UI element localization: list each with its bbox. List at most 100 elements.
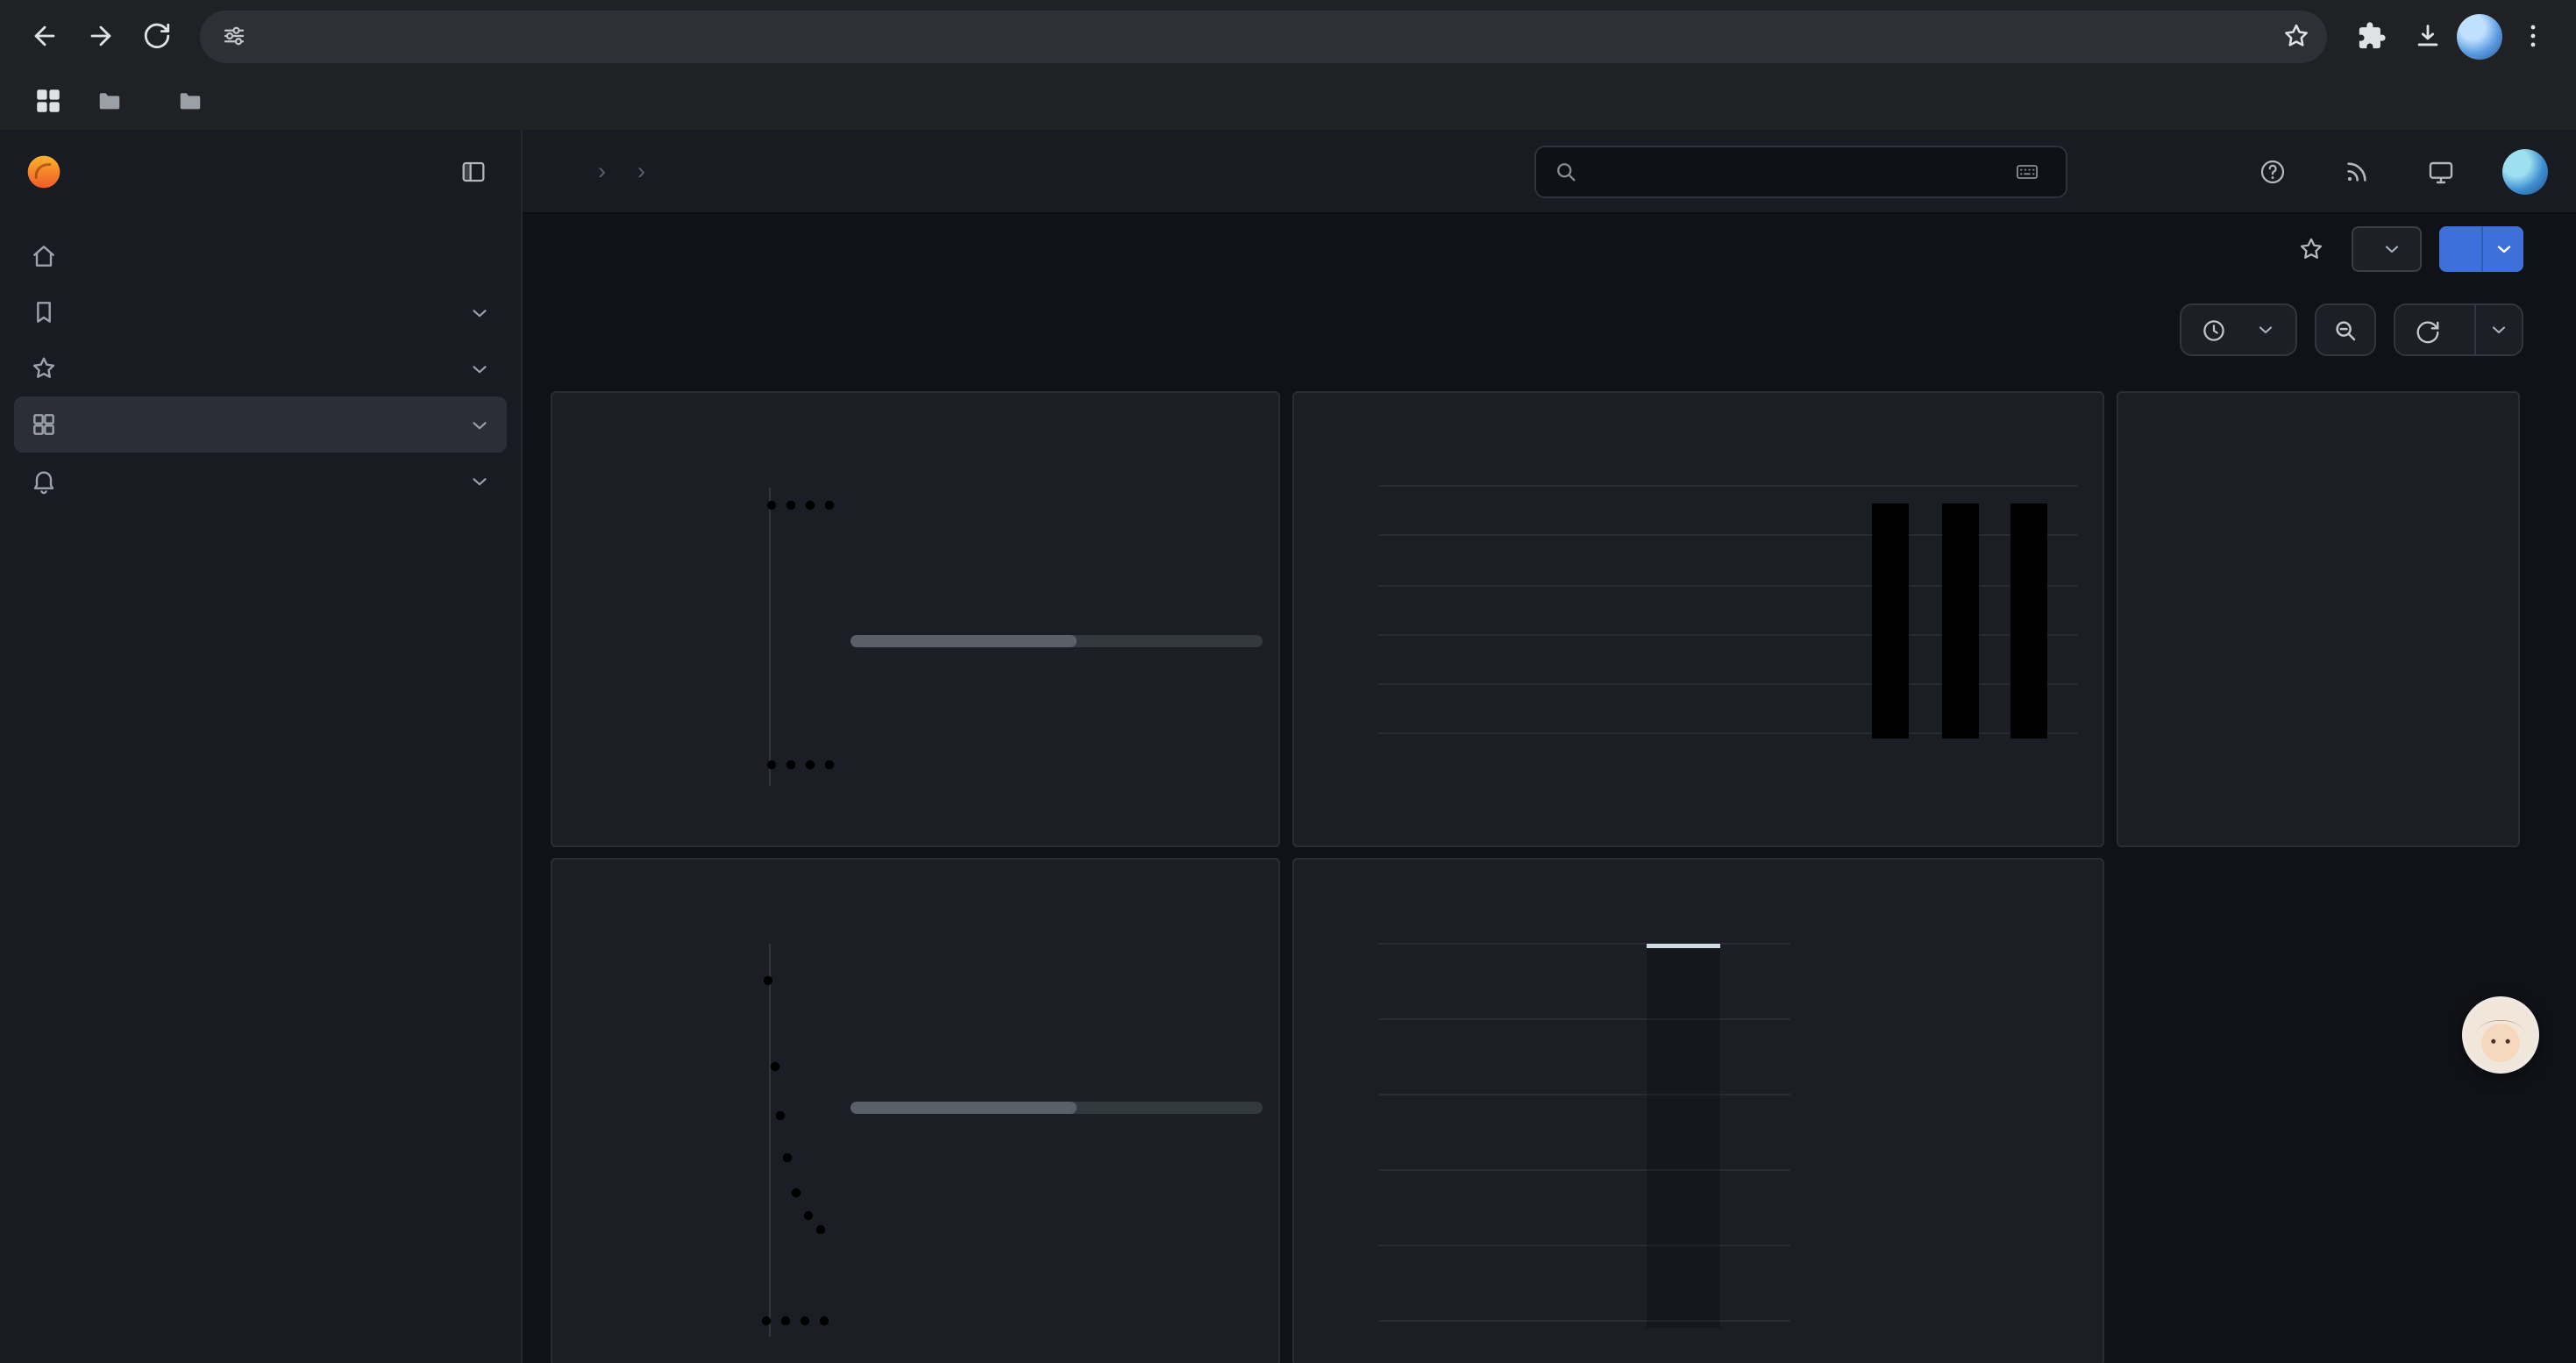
panel-legend bbox=[850, 930, 1263, 1113]
search-placeholder[interactable] bbox=[1592, 158, 2001, 184]
dashboard-actions-toolbar bbox=[523, 214, 2576, 284]
chevron-down-icon bbox=[2493, 239, 2514, 260]
bookmark-folder-freeleaps[interactable] bbox=[81, 82, 151, 119]
series-swatch bbox=[850, 599, 875, 604]
refresh-interval-dropdown[interactable] bbox=[2476, 305, 2522, 354]
star-icon bbox=[30, 354, 58, 382]
dock-sidebar-icon[interactable] bbox=[451, 149, 496, 195]
reload-button[interactable] bbox=[130, 10, 182, 62]
folder-icon bbox=[177, 88, 203, 114]
sidebar-item-home[interactable] bbox=[14, 228, 507, 284]
help-icon[interactable] bbox=[2250, 148, 2295, 194]
sidebar-item-starred[interactable] bbox=[14, 340, 507, 396]
panel-requests-under-100ms bbox=[1292, 858, 2104, 1363]
sidebar-item-dashboards[interactable] bbox=[14, 396, 507, 453]
time-range-picker[interactable] bbox=[2180, 303, 2297, 356]
scrollbar-thumb[interactable] bbox=[850, 1101, 1078, 1113]
browser-profile-avatar[interactable] bbox=[2457, 13, 2502, 59]
user-avatar[interactable] bbox=[2502, 148, 2548, 194]
sidebar-nav bbox=[0, 214, 521, 509]
series-swatch bbox=[850, 983, 875, 988]
favorite-star-button[interactable] bbox=[2288, 226, 2334, 272]
forward-button[interactable] bbox=[74, 10, 126, 62]
legend-header bbox=[850, 463, 1263, 498]
browser-chrome bbox=[0, 0, 2576, 130]
home-icon bbox=[30, 242, 58, 270]
panel-legend bbox=[850, 463, 1263, 646]
series-swatch bbox=[850, 517, 875, 522]
legend-row[interactable] bbox=[850, 539, 1263, 581]
chevron-down-icon[interactable] bbox=[468, 301, 491, 324]
bookmark-icon bbox=[30, 298, 58, 326]
monitor-icon[interactable] bbox=[2418, 148, 2464, 194]
legend-scrollbar[interactable] bbox=[850, 634, 1263, 646]
request-per-minute-chart[interactable] bbox=[1294, 393, 2104, 847]
legend-row[interactable] bbox=[1806, 1006, 2087, 1047]
scrollbar-thumb[interactable] bbox=[850, 634, 1078, 646]
breadcrumb-separator bbox=[637, 158, 645, 184]
legend-row[interactable] bbox=[850, 1047, 1263, 1088]
legend-row[interactable] bbox=[850, 498, 1263, 539]
legend-header bbox=[1806, 930, 2087, 965]
panel-title[interactable] bbox=[2118, 393, 2518, 421]
refresh-split-button bbox=[2394, 303, 2523, 356]
downloads-icon[interactable] bbox=[2401, 10, 2453, 62]
zoom-out-icon bbox=[2332, 317, 2359, 343]
chevron-down-icon[interactable] bbox=[468, 469, 491, 492]
dashboard-canvas bbox=[523, 284, 2576, 1363]
browser-menu-icon[interactable] bbox=[2506, 10, 2558, 62]
panel-legend bbox=[1329, 789, 1412, 795]
url-bar[interactable] bbox=[200, 10, 2327, 62]
time-controls bbox=[2180, 303, 2523, 356]
screen bbox=[0, 0, 2576, 1363]
legend-row[interactable] bbox=[850, 581, 1263, 622]
grafana-logo[interactable] bbox=[25, 153, 63, 191]
chevron-down-icon bbox=[2381, 239, 2402, 260]
breadcrumb bbox=[582, 158, 1534, 184]
legend-row[interactable] bbox=[1806, 965, 2087, 1006]
site-settings-icon[interactable] bbox=[221, 23, 247, 49]
sidebar-header bbox=[0, 130, 521, 214]
share-button[interactable] bbox=[2439, 226, 2481, 272]
legend-scrollbar[interactable] bbox=[850, 1101, 1263, 1113]
panel-legend bbox=[1806, 930, 2087, 1088]
sidebar-item-alerting[interactable] bbox=[14, 453, 507, 509]
export-button[interactable] bbox=[2352, 226, 2422, 272]
chevron-down-icon[interactable] bbox=[468, 357, 491, 380]
legend-row[interactable] bbox=[850, 965, 1263, 1006]
series-swatch bbox=[850, 1066, 875, 1071]
legend-row[interactable] bbox=[850, 1006, 1263, 1047]
apps-grid-icon[interactable] bbox=[25, 78, 70, 124]
series-swatch bbox=[1806, 983, 1831, 988]
zoom-out-button[interactable] bbox=[2315, 303, 2376, 356]
extensions-icon[interactable] bbox=[2345, 10, 2397, 62]
back-button[interactable] bbox=[18, 10, 70, 62]
series-swatch bbox=[1329, 789, 1354, 795]
share-dropdown-button[interactable] bbox=[2481, 226, 2523, 272]
panel-average-response-time bbox=[551, 858, 1280, 1363]
sidebar-item-bookmarks[interactable] bbox=[14, 284, 507, 340]
sidebar bbox=[0, 130, 523, 1363]
main-area bbox=[523, 130, 2576, 1363]
bookmarks-bar bbox=[0, 72, 2576, 130]
panel-errors-per-second bbox=[2117, 391, 2520, 847]
dashboards-icon bbox=[30, 410, 58, 439]
news-rss-icon[interactable] bbox=[2334, 148, 2380, 194]
keyboard-icon bbox=[2015, 159, 2039, 183]
bookmark-star-icon[interactable] bbox=[2274, 15, 2316, 57]
series-swatch bbox=[850, 558, 875, 563]
share-split-button bbox=[2439, 226, 2523, 272]
bookmark-folder-blogs[interactable] bbox=[161, 82, 231, 119]
header-icons bbox=[2250, 148, 2548, 194]
panel-request-per-minute bbox=[1292, 391, 2104, 847]
browser-toolbar bbox=[0, 0, 2576, 72]
top-nav-toolbar bbox=[523, 130, 2576, 214]
chevron-down-icon[interactable] bbox=[468, 413, 491, 436]
search-input[interactable] bbox=[1534, 145, 2067, 197]
legend-row[interactable] bbox=[1806, 1047, 2087, 1088]
breadcrumb-separator bbox=[598, 158, 606, 184]
refresh-button[interactable] bbox=[2395, 305, 2474, 356]
avatar-illustration bbox=[2466, 1000, 2536, 1070]
assistant-avatar-overlay[interactable] bbox=[2462, 996, 2539, 1074]
clock-icon bbox=[2201, 317, 2227, 343]
